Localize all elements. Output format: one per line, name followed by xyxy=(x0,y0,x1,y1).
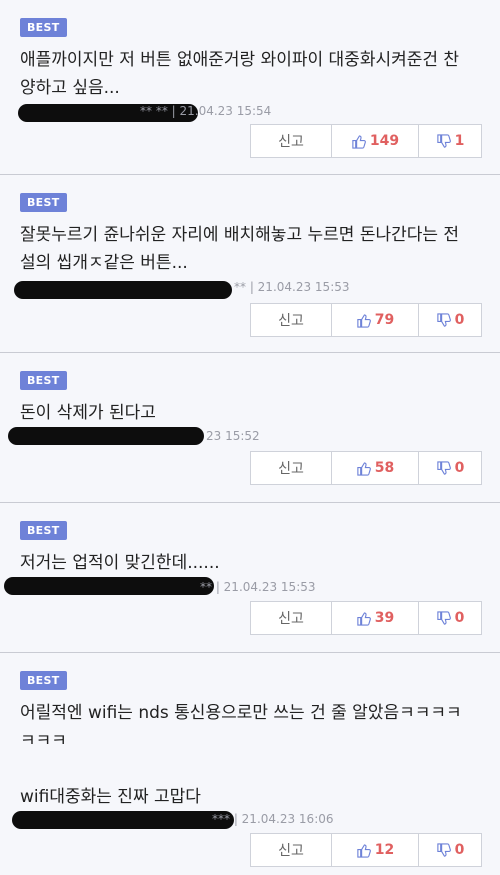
like-count: 149 xyxy=(369,133,400,149)
dislike-button[interactable]: 0 xyxy=(419,452,481,484)
comment-text: 잘못누르기 쥰나쉬운 자리에 배치해놓고 누르면 돈나간다는 전 설의 씹개ㅈ같… xyxy=(20,225,460,273)
like-button[interactable]: 58 xyxy=(332,452,419,484)
dislike-button[interactable]: 0 xyxy=(419,304,481,336)
like-button[interactable]: 79 xyxy=(332,304,419,336)
thumbs-up-icon xyxy=(357,461,371,476)
comment-actions: 신고 58 0 xyxy=(250,451,482,485)
report-button[interactable]: 신고 xyxy=(251,834,332,866)
thumbs-up-icon xyxy=(352,134,366,149)
like-count: 39 xyxy=(374,610,395,626)
redacted-author xyxy=(14,281,232,299)
thumbs-up-icon xyxy=(357,843,371,858)
dislike-button[interactable]: 0 xyxy=(419,602,481,634)
best-badge: BEST xyxy=(20,18,67,37)
comment-text: 어릴적엔 wifi는 nds 통신용으로만 쓰는 건 줄 알았음ㅋㅋㅋㅋ ㅋㅋㅋ… xyxy=(20,703,462,807)
dislike-count: 0 xyxy=(454,842,465,858)
dislike-button[interactable]: 1 xyxy=(419,125,481,157)
comment-actions: 신고 149 1 xyxy=(250,124,482,158)
like-count: 12 xyxy=(374,842,395,858)
redacted-author xyxy=(12,811,234,829)
comment-meta: 23 15:52 xyxy=(206,429,260,443)
comment-card: BEST 저거는 업적이 맞긴한데...... ** | 21.04.23 15… xyxy=(0,503,500,653)
like-count: 79 xyxy=(374,312,395,328)
dislike-count: 1 xyxy=(454,133,465,149)
best-badge: BEST xyxy=(20,193,67,212)
like-button[interactable]: 39 xyxy=(332,602,419,634)
best-badge: BEST xyxy=(20,371,67,390)
comment-meta: *** | 21.04.23 16:06 xyxy=(212,812,334,826)
report-button[interactable]: 신고 xyxy=(251,452,332,484)
dislike-count: 0 xyxy=(454,312,465,328)
best-badge: BEST xyxy=(20,521,67,540)
comment-card: BEST 잘못누르기 쥰나쉬운 자리에 배치해놓고 누르면 돈나간다는 전 설의… xyxy=(0,175,500,353)
best-badge: BEST xyxy=(20,671,67,690)
comment-meta: ** | 21.04.23 15:53 xyxy=(234,280,350,294)
comment-card: BEST 어릴적엔 wifi는 nds 통신용으로만 쓰는 건 줄 알았음ㅋㅋㅋ… xyxy=(0,653,500,875)
dislike-count: 0 xyxy=(454,610,465,626)
comment-card: BEST 애플까이지만 저 버튼 없애준거랑 와이파이 대중화시켜준건 찬 양하… xyxy=(0,0,500,175)
comment-actions: 신고 79 0 xyxy=(250,303,482,337)
report-button[interactable]: 신고 xyxy=(251,602,332,634)
thumbs-down-icon xyxy=(436,312,451,327)
comment-text: 애플까이지만 저 버튼 없애준거랑 와이파이 대중화시켜준건 찬 양하고 싶음.… xyxy=(20,50,460,98)
redacted-author xyxy=(4,577,214,595)
comment-text: 저거는 업적이 맞긴한데...... xyxy=(20,553,220,573)
thumbs-down-icon xyxy=(436,460,451,475)
thumbs-down-icon xyxy=(436,133,451,148)
like-button[interactable]: 149 xyxy=(332,125,419,157)
comment-meta: ** ** | 21.04.23 15:54 xyxy=(140,104,272,118)
thumbs-up-icon xyxy=(357,611,371,626)
thumbs-up-icon xyxy=(357,313,371,328)
comment-actions: 신고 12 0 xyxy=(250,833,482,867)
comment-card: BEST 돈이 삭제가 된다고 23 15:52 신고 58 0 xyxy=(0,353,500,503)
comment-meta: ** | 21.04.23 15:53 xyxy=(200,580,316,594)
report-button[interactable]: 신고 xyxy=(251,304,332,336)
dislike-count: 0 xyxy=(454,460,465,476)
dislike-button[interactable]: 0 xyxy=(419,834,481,866)
comment-actions: 신고 39 0 xyxy=(250,601,482,635)
thumbs-down-icon xyxy=(436,842,451,857)
thumbs-down-icon xyxy=(436,610,451,625)
report-button[interactable]: 신고 xyxy=(251,125,332,157)
like-button[interactable]: 12 xyxy=(332,834,419,866)
redacted-author xyxy=(8,427,204,445)
like-count: 58 xyxy=(374,460,395,476)
comment-text: 돈이 삭제가 된다고 xyxy=(20,403,156,423)
